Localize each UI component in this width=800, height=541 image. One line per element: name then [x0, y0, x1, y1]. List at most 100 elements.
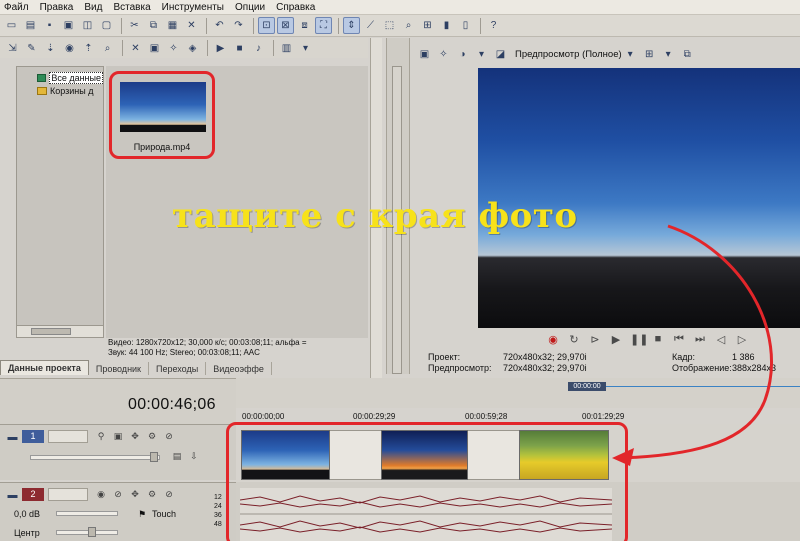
mute-icon[interactable]: ⊘ [162, 431, 176, 442]
marker-icon[interactable]: ▮ [438, 17, 455, 34]
dropdown-icon[interactable]: ▾ [473, 46, 490, 63]
split-screen-icon[interactable]: ◑ [454, 46, 471, 63]
media-properties-icon[interactable]: ▣ [146, 40, 163, 57]
preview-quality-select[interactable]: Предпросмотр (Полное) [515, 49, 622, 60]
help-icon[interactable]: ? [485, 17, 502, 34]
mask-icon[interactable]: ▤ [170, 451, 184, 462]
menu-options[interactable]: Опции [235, 2, 265, 13]
render-icon[interactable]: ◫ [79, 17, 96, 34]
capture-icon[interactable]: ◉ [61, 40, 78, 57]
zoom-tool-icon[interactable]: ⌕ [400, 17, 417, 34]
slider-thumb[interactable] [88, 527, 96, 537]
selection-tool-icon[interactable]: ⬚ [381, 17, 398, 34]
record-icon[interactable]: ◉ [546, 333, 560, 346]
ignore-grouping-icon[interactable]: ⛶ [315, 17, 332, 34]
record-arm-icon[interactable]: ◉ [94, 489, 108, 500]
paste-icon[interactable]: ▦ [164, 17, 181, 34]
stop-icon[interactable]: ■ [651, 333, 665, 345]
media-fx-icon[interactable]: ✧ [165, 40, 182, 57]
stop-icon[interactable]: ■ [231, 40, 248, 57]
menu-file[interactable]: Файл [4, 2, 29, 13]
views-icon[interactable]: ▥ [278, 40, 295, 57]
normal-edit-tool-icon[interactable]: ⇕ [343, 17, 360, 34]
tree-horizontal-scrollbar[interactable] [17, 325, 103, 337]
snap-icon[interactable]: ⊡ [258, 17, 275, 34]
settings-icon[interactable]: ⚙ [145, 431, 159, 442]
properties-icon[interactable]: ▢ [98, 17, 115, 34]
toolbar-separator [480, 17, 481, 34]
expand-icon[interactable]: ⇩ [187, 451, 201, 462]
preview-quality-icon[interactable]: ◪ [492, 46, 509, 63]
composite-icon[interactable]: ▣ [111, 431, 125, 442]
brush-icon[interactable]: ✎ [23, 40, 40, 57]
save-as-icon[interactable]: ▣ [60, 17, 77, 34]
fx-icon[interactable]: ✥ [128, 431, 142, 442]
copy-icon[interactable]: ⧉ [145, 17, 162, 34]
play-icon[interactable]: ▶ [212, 40, 229, 57]
mute-icon[interactable]: ⊘ [162, 489, 176, 500]
region-marker[interactable]: 00:00:00 [568, 382, 606, 391]
auto-ripple-icon[interactable]: ⊠ [277, 17, 294, 34]
redo-icon[interactable]: ↷ [230, 17, 247, 34]
motion-icon[interactable]: ⚲ [94, 431, 108, 442]
preview-fx-icon[interactable]: ✧ [435, 46, 452, 63]
collapse-icon[interactable]: ▬ [4, 487, 21, 504]
views-dropdown-icon[interactable]: ▾ [297, 40, 314, 57]
loop-icon[interactable]: ↻ [567, 333, 581, 346]
pin-icon[interactable]: ⇲ [4, 40, 21, 57]
new-file-icon[interactable]: ▭ [3, 17, 20, 34]
pan-slider[interactable] [56, 530, 118, 535]
delete-icon[interactable]: ✕ [183, 17, 200, 34]
menu-view[interactable]: Вид [84, 2, 102, 13]
next-frame-icon[interactable]: ▷ [735, 333, 749, 346]
play-icon[interactable]: ▶ [609, 333, 623, 346]
grid-icon[interactable]: ⊞ [419, 17, 436, 34]
cut-icon[interactable]: ✂ [126, 17, 143, 34]
pause-icon[interactable]: ❚❚ [630, 333, 648, 346]
tree-item-all-media[interactable]: Все данные [17, 71, 103, 84]
track-name-field[interactable] [48, 430, 88, 443]
slider-thumb[interactable] [150, 452, 158, 462]
menu-edit[interactable]: Правка [40, 2, 74, 13]
chevron-down-icon[interactable]: ▾ [660, 46, 677, 63]
phase-icon[interactable]: ⊘ [111, 489, 125, 500]
search-icon[interactable]: ⌕ [99, 40, 116, 57]
automation-mode[interactable]: Touch [152, 509, 176, 519]
previous-frame-icon[interactable]: ◁ [714, 333, 728, 346]
preview-properties-icon[interactable]: ▣ [416, 46, 433, 63]
save-icon[interactable]: ▪ [41, 17, 58, 34]
volume-slider[interactable] [56, 511, 118, 516]
envelope-tool-icon[interactable]: ⟋ [362, 17, 379, 34]
menu-insert[interactable]: Вставка [113, 2, 150, 13]
import-media-icon[interactable]: ⇣ [42, 40, 59, 57]
go-to-end-icon[interactable]: ⏭ [693, 333, 707, 346]
tab-transitions[interactable]: Переходы [149, 362, 207, 375]
undo-icon[interactable]: ↶ [211, 17, 228, 34]
play-from-start-icon[interactable]: ⊳ [588, 333, 602, 346]
menu-help[interactable]: Справка [276, 2, 315, 13]
auto-preview-icon[interactable]: ♪ [250, 40, 267, 57]
settings-icon[interactable]: ⚙ [145, 489, 159, 500]
opacity-slider[interactable] [30, 455, 160, 460]
region-icon[interactable]: ▯ [457, 17, 474, 34]
overlays-icon[interactable]: ⊞ [641, 46, 658, 63]
go-to-start-icon[interactable]: ⏮ [672, 333, 686, 346]
tab-video-fx[interactable]: Видеоэффе [206, 362, 272, 375]
marker-bar[interactable] [236, 378, 800, 408]
collapse-icon[interactable]: ▬ [4, 429, 21, 446]
tree-item-bins[interactable]: Корзины д [17, 84, 103, 97]
menu-tools[interactable]: Инструменты [162, 2, 224, 13]
tab-explorer[interactable]: Проводник [89, 362, 149, 375]
get-media-icon[interactable]: ⇡ [80, 40, 97, 57]
remove-icon[interactable]: ✕ [127, 40, 144, 57]
open-folder-icon[interactable]: ▤ [22, 17, 39, 34]
tag-icon[interactable]: ◈ [184, 40, 201, 57]
media-thumbnail[interactable] [120, 82, 206, 132]
scrollbar-thumb[interactable] [31, 328, 71, 335]
copy-snapshot-icon[interactable]: ⧉ [679, 46, 696, 63]
fx-icon[interactable]: ✥ [128, 489, 142, 500]
lock-envelope-icon[interactable]: ⧈ [296, 17, 313, 34]
chevron-down-icon[interactable]: ▾ [622, 46, 639, 63]
tab-project-media[interactable]: Данные проекта [0, 360, 89, 375]
track-name-field[interactable] [48, 488, 88, 501]
